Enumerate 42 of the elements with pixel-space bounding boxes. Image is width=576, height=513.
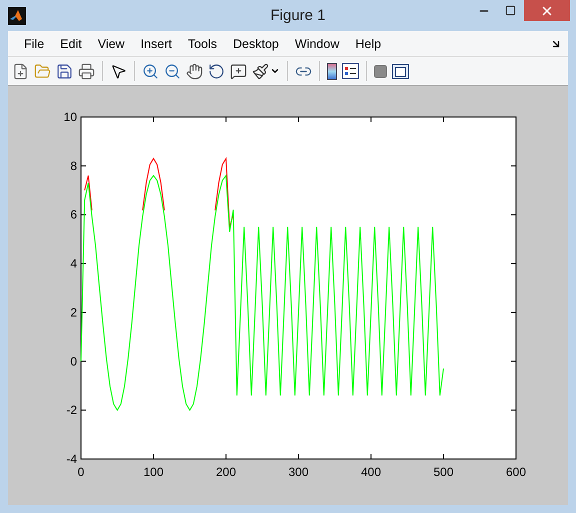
menu-item[interactable]: Tools [180,36,226,50]
y-tick-label: 8 [70,158,77,173]
menu-item[interactable]: Edit [52,36,90,50]
menu-item[interactable]: Window [286,36,348,50]
save-icon[interactable] [56,62,73,80]
zoom-in-icon[interactable] [142,62,159,80]
y-tick-label: 10 [64,110,77,124]
data-cursor-icon[interactable] [230,62,247,80]
new-file-icon[interactable] [12,62,29,80]
x-tick-label: 0 [78,465,84,479]
y-tick-label: 2 [70,305,77,320]
x-tick-label: 600 [506,465,526,479]
menu-item[interactable]: View [90,36,133,50]
brush-icon[interactable] [252,62,269,80]
window-frame-icon[interactable] [392,64,409,78]
caret-icon[interactable] [270,66,280,76]
printer-icon[interactable] [78,62,95,80]
x-tick-label: 300 [288,465,309,479]
menu-item[interactable]: Help [347,36,390,50]
x-tick-label: 400 [360,465,382,479]
y-tick-label: -4 [66,452,77,466]
y-tick-label: -2 [66,403,77,418]
y-tick-label: 4 [70,256,77,271]
x-tick-label: 500 [433,465,454,479]
rotate-icon[interactable] [208,62,225,80]
menu-item[interactable]: Insert [132,36,180,50]
zoom-out-icon[interactable] [164,62,181,80]
legend-icon[interactable] [342,63,359,79]
y-tick-label: 6 [70,208,77,222]
menu-item[interactable]: Desktop [225,36,287,50]
window-title: Figure 1 [270,7,326,24]
x-tick-label: 100 [143,465,164,479]
app-logo-icon [8,6,26,24]
colorbar-icon[interactable] [327,62,337,80]
pointer-icon[interactable] [110,62,127,80]
y-tick-label: 0 [70,354,77,368]
close-button[interactable] [524,0,570,21]
square-icon[interactable] [374,64,387,78]
hand-icon[interactable] [186,62,203,80]
maximize-icon [505,5,516,16]
x-tick-label: 200 [216,465,236,479]
menu-item[interactable]: File [16,36,52,50]
